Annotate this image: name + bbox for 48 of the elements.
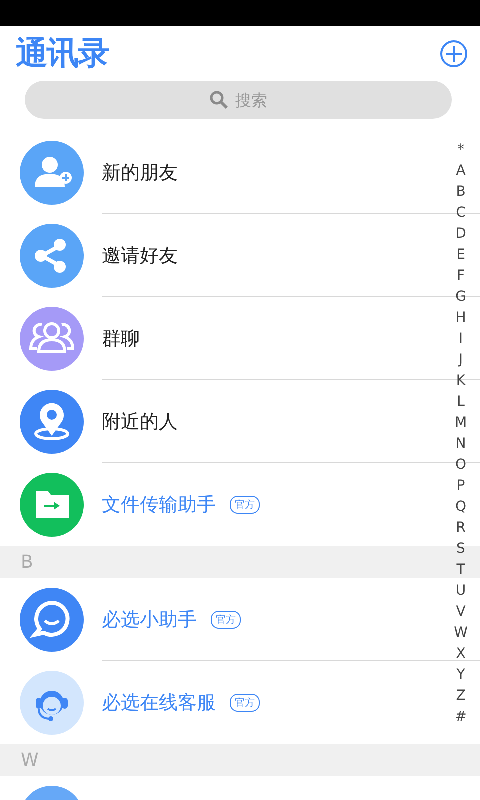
index-letter[interactable]: J (458, 350, 464, 371)
index-letter[interactable]: B (456, 182, 466, 203)
contact-name[interactable]: 附近的人 (102, 408, 178, 434)
index-letter[interactable]: Y (456, 665, 466, 686)
index-letter[interactable]: M (454, 413, 468, 434)
index-letter[interactable]: # (455, 707, 467, 728)
add-icon[interactable] (440, 40, 468, 68)
search-field[interactable]: 搜索 (25, 81, 452, 119)
index-letter[interactable]: C (456, 203, 466, 224)
index-letter[interactable]: U (456, 581, 466, 602)
person-add-icon (35, 156, 72, 186)
contact-name[interactable]: 新的朋友 (102, 160, 178, 186)
index-letter[interactable]: T (456, 560, 466, 581)
contact-name[interactable]: 群聊 (102, 326, 140, 352)
search-icon (209, 90, 229, 110)
official-tag: 官方 (230, 694, 260, 712)
group-icon (30, 322, 74, 353)
index-letter[interactable]: X (456, 644, 466, 665)
share-icon (35, 238, 66, 272)
index-letter[interactable]: D (456, 224, 466, 245)
index-letter[interactable]: F (456, 266, 466, 287)
page-title: 通讯录 (16, 33, 109, 74)
contact-name[interactable]: 邀请好友 (102, 242, 178, 268)
contact-name[interactable]: 必选在线客服 (102, 690, 216, 716)
section-header: W (0, 744, 480, 776)
index-letter[interactable]: E (456, 245, 466, 266)
index-letter[interactable]: H (456, 308, 466, 329)
index-letter[interactable]: I (458, 329, 464, 350)
index-letter[interactable]: * (458, 140, 464, 161)
contact-name[interactable]: 文件传输助手 (102, 492, 216, 518)
index-letter[interactable]: N (456, 434, 466, 455)
contact-name[interactable]: 必选小助手 (102, 606, 197, 632)
index-letter[interactable]: Q (455, 497, 467, 518)
index-letter[interactable]: K (456, 371, 466, 392)
index-letter[interactable]: A (456, 161, 466, 182)
official-tag: 官方 (211, 610, 241, 628)
index-letter[interactable]: R (456, 518, 466, 539)
index-letter[interactable]: V (456, 602, 466, 623)
index-letter[interactable]: L (457, 392, 465, 413)
location-pin-icon (34, 402, 70, 440)
index-letter[interactable]: S (456, 539, 466, 560)
headset-icon (36, 690, 68, 721)
index-letter[interactable]: O (455, 455, 467, 476)
index-letter[interactable]: W (454, 623, 468, 644)
index-letter[interactable]: Z (456, 686, 466, 707)
official-tag: 官方 (230, 496, 260, 514)
index-letter[interactable]: P (456, 476, 466, 497)
index-letter[interactable]: G (456, 287, 466, 308)
